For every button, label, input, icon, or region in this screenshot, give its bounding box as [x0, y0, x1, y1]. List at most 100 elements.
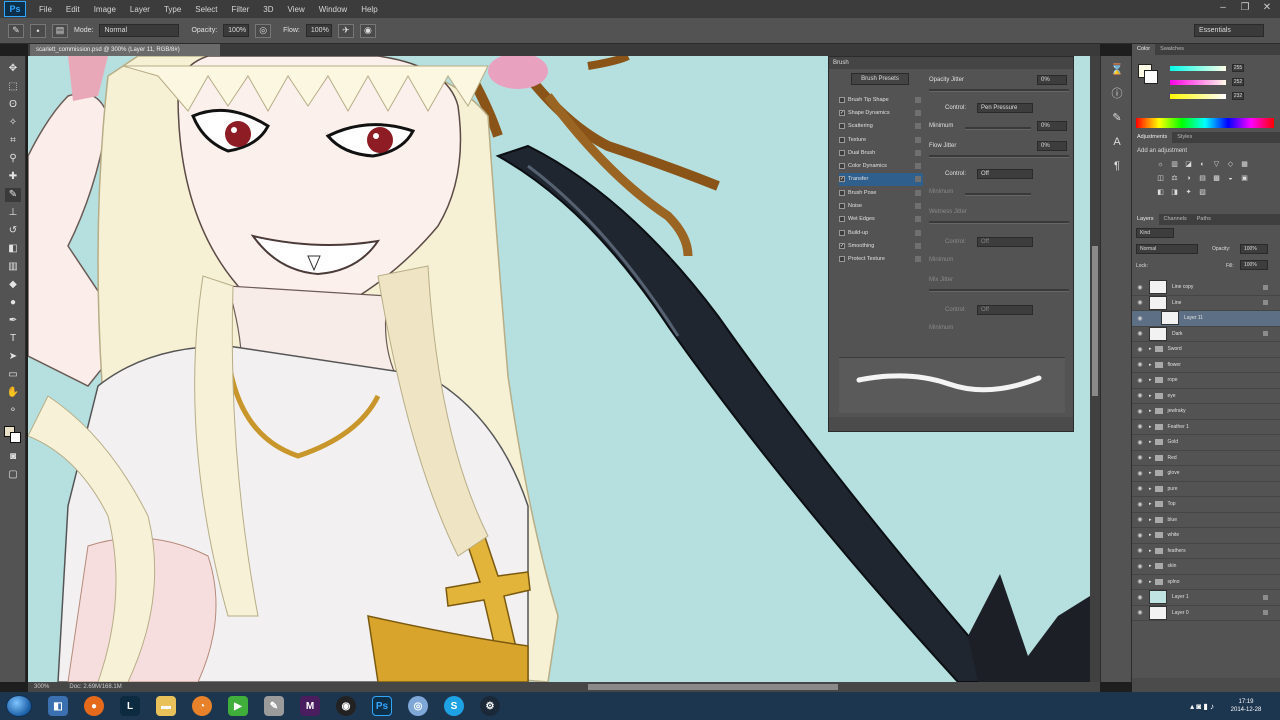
layer-row[interactable]: ◉ ▸ Sword [1132, 342, 1280, 358]
brush-size-picker[interactable]: • [30, 23, 46, 38]
lock-icon[interactable] [915, 96, 921, 103]
eye-icon[interactable]: ◉ [1135, 594, 1145, 601]
close-icon[interactable]: ✕ [1256, 0, 1278, 16]
minimum-value[interactable]: 0% [1037, 121, 1067, 131]
shape-tool-icon[interactable]: ▭ [5, 368, 21, 382]
stamp-tool-icon[interactable]: ⊥ [5, 206, 21, 220]
lock-icon[interactable] [915, 163, 921, 170]
layer-row[interactable]: ◉ Layer 0 [1132, 605, 1280, 621]
layer-row[interactable]: ◉ ▸ jewlraky [1132, 404, 1280, 420]
layer-row[interactable]: ◉ ▸ Red [1132, 451, 1280, 466]
adjustment-icon[interactable]: ▦ [1240, 160, 1249, 169]
brush-setting-row[interactable]: ✓ Transfer [839, 172, 923, 187]
vertical-scrollbar[interactable] [1090, 56, 1100, 682]
eye-icon[interactable]: ◉ [1135, 485, 1145, 492]
brush-panel-toggle-icon[interactable]: ▤ [52, 23, 68, 38]
lock-icon[interactable] [915, 176, 921, 183]
tab-styles[interactable]: Styles [1172, 132, 1197, 143]
brush-setting-row[interactable]: Texture [839, 133, 923, 146]
chevron-right-icon[interactable]: ▸ [1149, 486, 1152, 492]
menu-help[interactable]: Help [354, 5, 384, 14]
menu-layer[interactable]: Layer [123, 5, 157, 14]
layer-opacity-field[interactable]: 100% [1240, 244, 1268, 254]
eye-icon[interactable]: ◉ [1135, 439, 1145, 446]
pen-tool-icon[interactable]: ✒ [5, 314, 21, 328]
eye-icon[interactable]: ◉ [1135, 377, 1145, 384]
brush-setting-checkbox[interactable] [839, 163, 845, 170]
eye-icon[interactable]: ◉ [1135, 547, 1145, 554]
brush-setting-checkbox[interactable] [839, 123, 845, 130]
tab-adjustments[interactable]: Adjustments [1132, 132, 1173, 143]
maximize-icon[interactable]: ❐ [1234, 0, 1256, 16]
history-brush-tool-icon[interactable]: ↺ [5, 224, 21, 238]
info-panel-icon[interactable]: ⓘ [1109, 86, 1125, 102]
red-value[interactable]: 255 [1232, 64, 1244, 72]
chevron-right-icon[interactable]: ▸ [1149, 393, 1152, 399]
blue-value[interactable]: 232 [1232, 92, 1244, 100]
layer-row[interactable]: ◉ Line [1132, 295, 1280, 311]
flow-field[interactable]: 100% [305, 24, 332, 37]
brush-setting-checkbox[interactable]: ✓ [839, 242, 845, 249]
adjustment-icon[interactable]: ▽ [1212, 160, 1221, 169]
eye-icon[interactable]: ◉ [1135, 501, 1145, 508]
layer-filter-kind[interactable]: Kind [1136, 228, 1174, 238]
eye-icon[interactable]: ◉ [1135, 563, 1145, 570]
zoom-tool-icon[interactable]: ⚬ [5, 404, 21, 418]
adjustment-icon[interactable]: ◪ [1184, 160, 1193, 169]
lock-icon[interactable] [915, 203, 921, 210]
menu-image[interactable]: Image [87, 5, 123, 14]
eye-icon[interactable]: ◉ [1135, 532, 1145, 539]
taskbar-firefox-icon[interactable]: ● [76, 693, 112, 719]
layer-row[interactable]: ◉ ▸ flower [1132, 358, 1280, 373]
layer-row[interactable]: ◉ ▸ eye [1132, 389, 1280, 404]
taskbar-steam-icon[interactable]: ⚙ [472, 693, 508, 719]
hand-tool-icon[interactable]: ✋ [5, 386, 21, 400]
flow-jitter-value[interactable]: 0% [1037, 141, 1067, 151]
eye-icon[interactable]: ◉ [1135, 346, 1145, 353]
layer-row[interactable]: ◉ Line copy [1132, 280, 1280, 296]
brush-setting-row[interactable]: Brush Tip Shape [839, 93, 923, 106]
lock-icon[interactable] [915, 189, 921, 196]
paragraph-panel-icon[interactable]: ¶ [1109, 158, 1125, 174]
menu-window[interactable]: Window [312, 5, 354, 14]
control-select[interactable]: Pen Pressure [977, 103, 1033, 113]
mode-select[interactable]: Normal [99, 24, 180, 37]
brush-presets-button[interactable]: Brush Presets [851, 73, 909, 85]
lock-icon[interactable] [915, 123, 921, 130]
menu-type[interactable]: Type [157, 5, 188, 14]
chevron-right-icon[interactable]: ▸ [1149, 439, 1152, 445]
brush-tool-preset-icon[interactable]: ✎ [8, 23, 24, 38]
adjustment-icon[interactable]: ◇ [1226, 160, 1235, 169]
taskbar-media-icon[interactable]: ▶ [220, 693, 256, 719]
adjustment-icon[interactable]: ▩ [1212, 174, 1221, 183]
menu-select[interactable]: Select [188, 5, 224, 14]
adjustment-icon[interactable]: ▧ [1198, 188, 1207, 197]
brush-setting-checkbox[interactable]: ✓ [839, 176, 845, 183]
taskbar-blender-icon[interactable]: ◔ [184, 693, 220, 719]
history-panel-icon[interactable]: ⌛ [1109, 62, 1125, 78]
eye-icon[interactable]: ◉ [1135, 454, 1145, 461]
chevron-right-icon[interactable]: ▸ [1149, 563, 1152, 569]
brush-setting-checkbox[interactable]: ✓ [839, 109, 845, 116]
layer-row[interactable]: ◉ ▸ Gold [1132, 435, 1280, 451]
adjustment-icon[interactable]: ◐ [1198, 160, 1207, 169]
brush-setting-row[interactable]: ✓ Smoothing [839, 239, 923, 252]
layer-row[interactable]: ◉ ▸ feathers [1132, 544, 1280, 559]
chevron-right-icon[interactable]: ▸ [1149, 548, 1152, 554]
menu-file[interactable]: File [32, 5, 59, 14]
eye-icon[interactable]: ◉ [1135, 299, 1145, 306]
taskbar-paint-icon[interactable]: ✎ [256, 693, 292, 719]
brush-setting-checkbox[interactable] [839, 189, 845, 196]
dodge-tool-icon[interactable]: ● [5, 296, 21, 310]
brush-setting-row[interactable]: Color Dynamics [839, 159, 923, 172]
brush-setting-checkbox[interactable] [839, 96, 845, 103]
minimize-icon[interactable]: – [1212, 0, 1234, 16]
character-panel-icon[interactable]: A [1109, 134, 1125, 150]
green-slider[interactable] [1170, 80, 1226, 85]
brush-setting-checkbox[interactable] [839, 216, 845, 223]
eye-icon[interactable]: ◉ [1135, 361, 1145, 368]
eye-icon[interactable]: ◉ [1135, 423, 1145, 430]
brush-tool-icon[interactable]: ✎ [5, 188, 21, 202]
adjustment-icon[interactable]: ▣ [1240, 174, 1249, 183]
taskbar-explorer-icon[interactable]: ◧ [40, 693, 76, 719]
